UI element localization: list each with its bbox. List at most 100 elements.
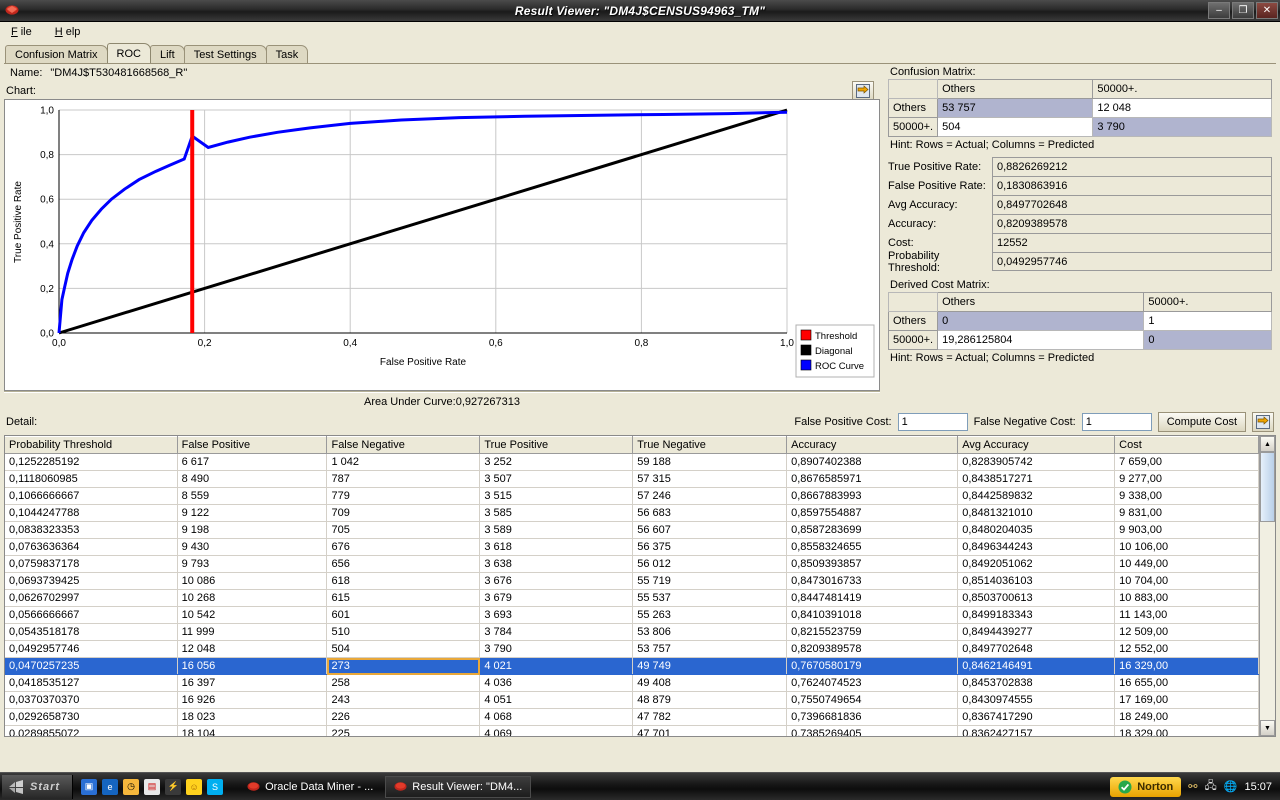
taskbar-item-result-viewer[interactable]: Result Viewer: "DM4...	[385, 775, 532, 798]
table-cell[interactable]: 55 263	[632, 606, 788, 624]
table-cell[interactable]: 0,0759837178	[5, 555, 178, 573]
table-cell[interactable]: 59 188	[632, 453, 788, 471]
table-column-header[interactable]: Probability Threshold	[5, 436, 178, 454]
table-cell[interactable]: 226	[326, 708, 481, 726]
table-cell[interactable]: 3 693	[479, 606, 634, 624]
roc-chart[interactable]: 0,0 0,2 0,4 0,6 0,8 1,0 0,0 0,2 0,4 0,6 0,8 1,0 Fa…	[4, 99, 880, 391]
table-cell[interactable]: 676	[326, 538, 481, 556]
dcm-cell-50000plus-others[interactable]: 19,286125804	[937, 330, 1145, 350]
table-cell[interactable]: 0,0418535127	[5, 674, 178, 692]
skype-icon[interactable]: S	[207, 778, 224, 795]
table-cell[interactable]: 0,8215523759	[786, 623, 959, 641]
table-cell[interactable]: 0,8430974555	[957, 691, 1116, 709]
table-cell[interactable]: 0,8438517271	[957, 470, 1116, 488]
table-cell[interactable]: 4 036	[479, 674, 634, 692]
table-cell[interactable]: 0,8480204035	[957, 521, 1116, 539]
table-cell[interactable]: 8 559	[177, 487, 328, 505]
table-cell[interactable]: 258	[326, 674, 481, 692]
table-cell[interactable]: 615	[326, 589, 481, 607]
table-cell[interactable]: 705	[326, 521, 481, 539]
table-cell[interactable]: 0,8597554887	[786, 504, 959, 522]
table-row[interactable]: 0,0838323353 9 198 705 3 589 56 607 0,8587283…	[5, 521, 1259, 539]
table-row[interactable]: 0,1066666667 8 559 779 3 515 57 246 0,8667883…	[5, 487, 1259, 505]
table-cell[interactable]: 0,8587283699	[786, 521, 959, 539]
table-row[interactable]: 0,0626702997 10 268 615 3 679 55 537 0,844748…	[5, 589, 1259, 607]
table-cell[interactable]: 0,8558324655	[786, 538, 959, 556]
table-cell[interactable]: 12 552,00	[1114, 640, 1259, 658]
table-cell[interactable]: 601	[326, 606, 481, 624]
table-cell[interactable]: 47 782	[632, 708, 788, 726]
table-cell[interactable]: 0,8667883993	[786, 487, 959, 505]
usb-icon[interactable]: ⚯	[1188, 780, 1197, 793]
tab-test-settings[interactable]: Test Settings	[183, 45, 267, 63]
table-cell[interactable]: 17 169,00	[1114, 691, 1259, 709]
table-cell[interactable]: 0,0693739425	[5, 572, 178, 590]
taskbar-clock[interactable]: 15:07	[1244, 781, 1272, 793]
taskbar-item-oracle-data-miner[interactable]: Oracle Data Miner - ...	[239, 776, 381, 798]
table-cell[interactable]: 0,0763636364	[5, 538, 178, 556]
media-icon[interactable]: ▣	[81, 778, 98, 795]
start-button[interactable]: Start	[2, 774, 74, 799]
table-cell[interactable]: 3 679	[479, 589, 634, 607]
norton-tray-button[interactable]: Norton	[1110, 776, 1182, 797]
table-cell[interactable]: 0,8209389578	[786, 640, 959, 658]
table-cell[interactable]: 49 749	[632, 657, 788, 675]
table-row[interactable]: 0,0418535127 16 397 258 4 036 49 408 0,762407…	[5, 674, 1259, 692]
false-negative-cost-input[interactable]	[1081, 413, 1152, 431]
table-header-row[interactable]: Probability Threshold False Positive False…	[5, 436, 1259, 454]
window-titlebar[interactable]: Result Viewer: "DM4J$CENSUS94963_TM" – ❐…	[0, 0, 1280, 22]
tab-lift[interactable]: Lift	[150, 45, 185, 63]
table-cell[interactable]: 0,8676585971	[786, 470, 959, 488]
cm-cell-others-others[interactable]: 53 757	[937, 98, 1094, 118]
table-cell[interactable]: 3 585	[479, 504, 634, 522]
table-cell[interactable]: 10 542	[177, 606, 328, 624]
table-cell[interactable]: 0,7385269405	[786, 725, 959, 736]
table-cell[interactable]: 273	[326, 657, 481, 675]
table-row[interactable]: 0,0292658730 18 023 226 4 068 47 782 0,739668…	[5, 708, 1259, 726]
table-cell[interactable]: 0,7624074523	[786, 674, 959, 692]
table-cell[interactable]: 48 879	[632, 691, 788, 709]
table-cell[interactable]: 0,0838323353	[5, 521, 178, 539]
table-cell[interactable]: 618	[326, 572, 481, 590]
table-cell[interactable]: 0,0492957746	[5, 640, 178, 658]
table-cell[interactable]: 3 515	[479, 487, 634, 505]
table-cell[interactable]: 55 537	[632, 589, 788, 607]
table-cell[interactable]: 11 143,00	[1114, 606, 1259, 624]
table-row[interactable]: 0,0566666667 10 542 601 3 693 55 263 0,841039…	[5, 606, 1259, 624]
table-row[interactable]: 0,0370370370 16 926 243 4 051 48 879 0,755074…	[5, 691, 1259, 709]
table-cell[interactable]: 709	[326, 504, 481, 522]
scrollbar-thumb[interactable]	[1260, 452, 1275, 522]
table-cell[interactable]: 0,1066666667	[5, 487, 178, 505]
table-cell[interactable]: 3 638	[479, 555, 634, 573]
table-row[interactable]: 0,0289855072 18 104 225 4 069 47 701 0,738526…	[5, 725, 1259, 736]
table-cell[interactable]: 225	[326, 725, 481, 736]
table-cell[interactable]: 0,1252285192	[5, 453, 178, 471]
detail-table-scrollbar[interactable]: ▲ ▼	[1259, 436, 1275, 736]
table-cell[interactable]: 56 375	[632, 538, 788, 556]
globe-icon[interactable]: 🌐	[1224, 780, 1238, 793]
table-cell[interactable]: 6 617	[177, 453, 328, 471]
table-cell[interactable]: 9 122	[177, 504, 328, 522]
table-row[interactable]: 0,0759837178 9 793 656 3 638 56 012 0,8509393…	[5, 555, 1259, 573]
table-cell[interactable]: 0,8907402388	[786, 453, 959, 471]
table-cell[interactable]: 18 023	[177, 708, 328, 726]
table-column-header[interactable]: Accuracy	[786, 436, 959, 454]
table-row[interactable]: 0,0693739425 10 086 618 3 676 55 719 0,847301…	[5, 572, 1259, 590]
table-cell[interactable]: 11 999	[177, 623, 328, 641]
table-cell[interactable]: 0,8496344243	[957, 538, 1116, 556]
table-cell[interactable]: 56 683	[632, 504, 788, 522]
table-cell[interactable]: 0,8453702838	[957, 674, 1116, 692]
table-cell[interactable]: 787	[326, 470, 481, 488]
table-cell[interactable]: 510	[326, 623, 481, 641]
menu-item-file[interactable]: FFileile	[5, 25, 35, 39]
table-cell[interactable]: 4 068	[479, 708, 634, 726]
smiley-icon[interactable]: ☺	[186, 778, 203, 795]
table-cell[interactable]: 9 430	[177, 538, 328, 556]
table-column-header[interactable]: False Positive	[177, 436, 328, 454]
save-icon[interactable]: ▤	[144, 778, 161, 795]
table-cell[interactable]: 0,8481321010	[957, 504, 1116, 522]
table-cell[interactable]: 0,8447481419	[786, 589, 959, 607]
table-cell[interactable]: 0,8514036103	[957, 572, 1116, 590]
table-cell[interactable]: 10 449,00	[1114, 555, 1259, 573]
dcm-cell-others-50000plus[interactable]: 1	[1143, 311, 1272, 331]
